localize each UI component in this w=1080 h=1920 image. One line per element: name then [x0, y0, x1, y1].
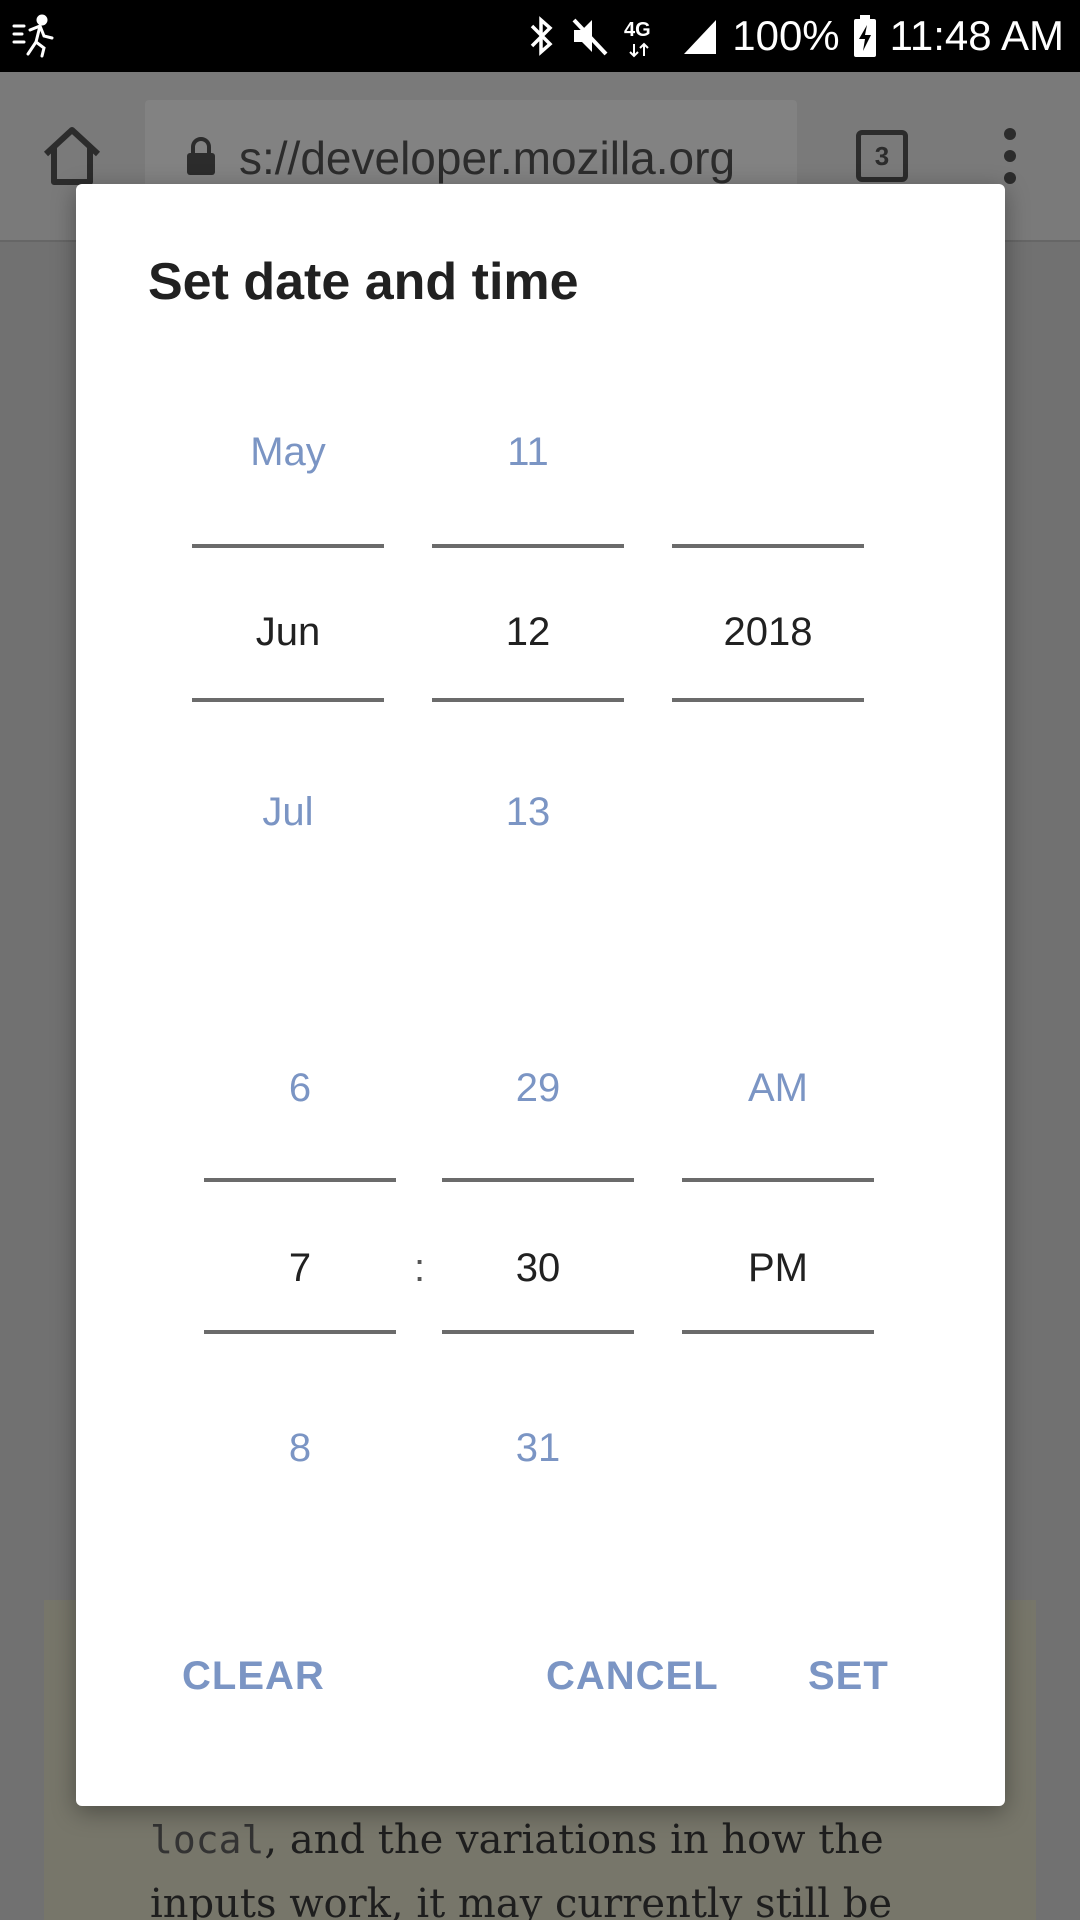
ampm-selected[interactable]: PM [682, 1246, 874, 1291]
hour-prev[interactable]: 6 [204, 1066, 396, 1111]
selection-divider [442, 1178, 634, 1182]
network-label: 4G [624, 19, 651, 41]
page-paragraph: local, and the variations in how the inp… [150, 1808, 1050, 1920]
mute-icon [570, 14, 610, 58]
selection-divider [192, 544, 384, 548]
month-picker[interactable]: May Jun Jul [192, 430, 384, 834]
hour-picker[interactable]: 6 7 8 [204, 1066, 396, 1470]
minute-selected[interactable]: 30 [442, 1246, 634, 1291]
selection-divider [442, 1330, 634, 1334]
activity-icon [12, 14, 56, 58]
minute-prev[interactable]: 29 [442, 1066, 634, 1111]
ampm-prev[interactable]: AM [682, 1066, 874, 1111]
time-separator: : [414, 1246, 426, 1290]
paragraph-line-1: , and the variations in how the [264, 1817, 884, 1863]
day-prev[interactable]: 11 [432, 430, 624, 475]
lock-icon [185, 135, 217, 182]
selection-divider [432, 544, 624, 548]
dialog-title: Set date and time [148, 253, 579, 311]
bluetooth-icon [528, 14, 556, 58]
selection-divider [672, 544, 864, 548]
day-selected[interactable]: 12 [432, 610, 624, 655]
battery-charging-icon [853, 15, 876, 57]
minute-next[interactable]: 31 [442, 1426, 634, 1471]
tab-count-button[interactable]: 3 [856, 130, 908, 182]
set-button[interactable]: SET [808, 1654, 889, 1699]
day-picker[interactable]: 11 12 13 [432, 430, 624, 834]
signal-icon [682, 16, 718, 56]
home-icon[interactable] [40, 124, 104, 188]
selection-divider [204, 1178, 396, 1182]
selection-divider [682, 1178, 874, 1182]
hour-selected[interactable]: 7 [204, 1246, 396, 1291]
minute-picker[interactable]: 29 30 31 [442, 1066, 634, 1470]
date-time-dialog: Set date and time May Jun Jul 11 12 13 2… [76, 184, 1005, 1806]
month-next[interactable]: Jul [192, 790, 384, 835]
4g-lte-icon: 4G [624, 14, 668, 58]
clock: 11:48 AM [889, 12, 1064, 59]
clear-button[interactable]: CLEAR [182, 1654, 325, 1699]
inline-code: local [150, 1818, 265, 1862]
screen: 4G 100% 11:48 AM s://developer.mozilla.o… [0, 0, 1080, 1920]
status-bar: 4G 100% 11:48 AM [0, 0, 1080, 72]
cancel-button[interactable]: CANCEL [546, 1654, 719, 1699]
year-selected[interactable]: 2018 [672, 610, 864, 655]
selection-divider [682, 1330, 874, 1334]
selection-divider [432, 698, 624, 702]
overflow-menu-icon[interactable] [998, 128, 1022, 188]
hour-next[interactable]: 8 [204, 1426, 396, 1471]
day-next[interactable]: 13 [432, 790, 624, 835]
selection-divider [192, 698, 384, 702]
year-picker[interactable]: 2018 [672, 430, 864, 790]
paragraph-line-2: inputs work, it may currently still be [150, 1881, 893, 1920]
ampm-picker[interactable]: AM PM [682, 1066, 874, 1426]
battery-percent: 100% [732, 12, 840, 59]
month-selected[interactable]: Jun [192, 610, 384, 655]
selection-divider [672, 698, 864, 702]
selection-divider [204, 1330, 396, 1334]
month-prev[interactable]: May [192, 430, 384, 475]
url-text: s://developer.mozilla.org [239, 132, 736, 184]
